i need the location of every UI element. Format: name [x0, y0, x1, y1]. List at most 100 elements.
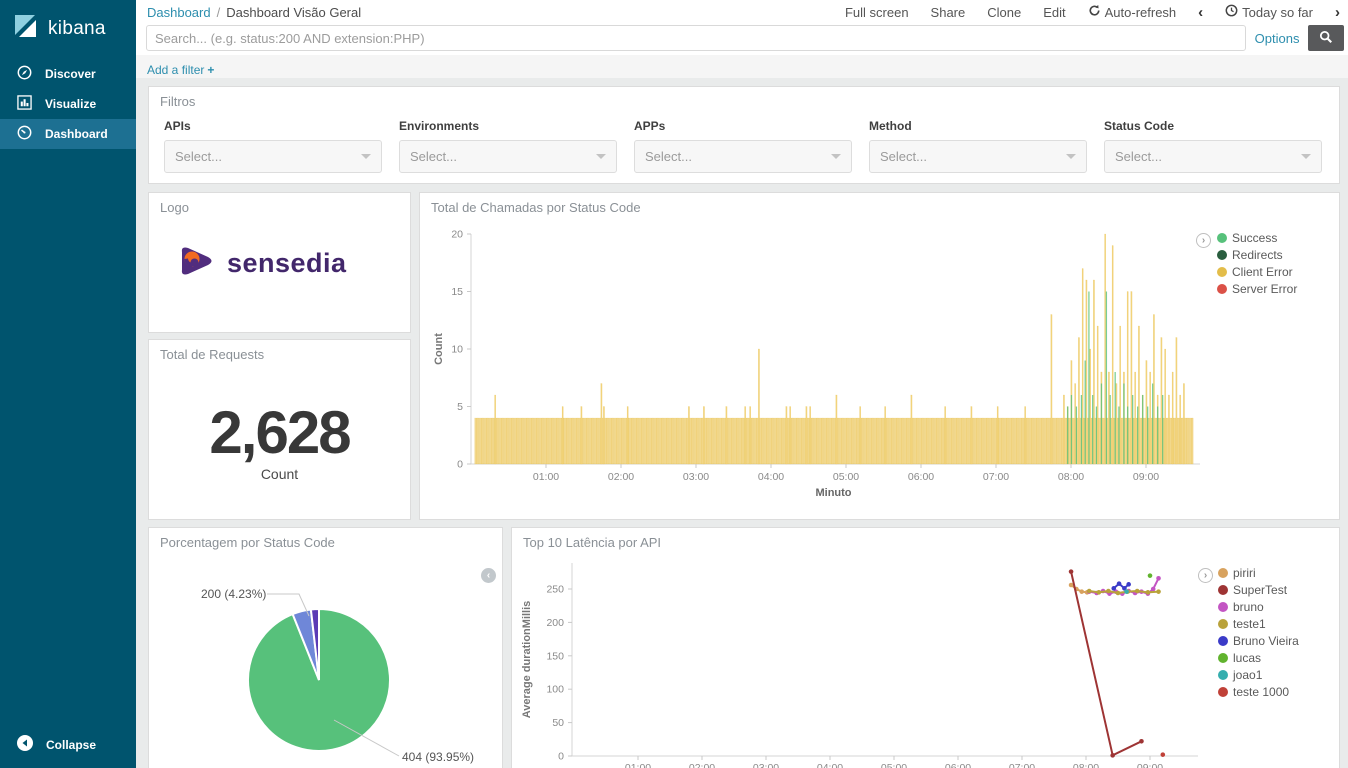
- method-select[interactable]: Select...: [869, 140, 1087, 173]
- options-link[interactable]: Options: [1246, 31, 1308, 46]
- apis-select[interactable]: Select...: [164, 140, 382, 173]
- legend-label: bruno: [1233, 600, 1264, 614]
- sidebar-collapse-button[interactable]: Collapse: [0, 727, 136, 762]
- sensedia-wordmark: sensedia: [227, 248, 347, 279]
- dashboard-grid: Filtros APIs Select... Environments Sele…: [136, 78, 1348, 768]
- svg-text:0: 0: [457, 459, 463, 471]
- panel-title: Filtros: [160, 94, 195, 109]
- legend-dot-icon: [1217, 267, 1227, 277]
- svg-text:04:00: 04:00: [817, 762, 843, 768]
- legend-item[interactable]: piriri: [1218, 566, 1299, 580]
- clock-icon: [1225, 4, 1238, 20]
- filter-field-environments: Environments Select...: [399, 119, 617, 173]
- svg-text:07:00: 07:00: [983, 471, 1009, 483]
- filter-field-apps: APPs Select...: [634, 119, 852, 173]
- legend-item[interactable]: Bruno Vieira: [1218, 634, 1299, 648]
- sensedia-mark-icon: [174, 239, 218, 288]
- chevron-down-icon: [596, 154, 606, 159]
- svg-text:03:00: 03:00: [753, 762, 779, 768]
- legend-label: Bruno Vieira: [1233, 634, 1299, 648]
- status-code-select[interactable]: Select...: [1104, 140, 1322, 173]
- bar-chart-icon: [17, 95, 32, 113]
- top-menu: Full screen Share Clone Edit Auto-refres…: [845, 4, 1340, 20]
- legend-item[interactable]: joao1: [1218, 668, 1299, 682]
- legend-item[interactable]: Client Error: [1217, 265, 1297, 279]
- time-forward-chevron[interactable]: ›: [1335, 5, 1340, 20]
- chevron-down-icon: [361, 154, 371, 159]
- svg-text:0: 0: [558, 751, 564, 763]
- filter-label: APPs: [634, 119, 852, 133]
- add-filter-button[interactable]: Add a filter+: [147, 63, 214, 77]
- sidebar-item-label: Dashboard: [45, 127, 108, 141]
- legend-label: teste 1000: [1233, 685, 1289, 699]
- environments-select[interactable]: Select...: [399, 140, 617, 173]
- plus-icon: +: [207, 63, 214, 77]
- svg-text:10: 10: [451, 344, 463, 356]
- search-input[interactable]: [146, 25, 1246, 51]
- filter-field-method: Method Select...: [869, 119, 1087, 173]
- time-back-chevron[interactable]: ‹: [1198, 5, 1203, 20]
- latency-line-chart: 05010015020025001:0002:0003:0004:0005:00…: [512, 528, 1339, 768]
- legend-dot-icon: [1218, 670, 1228, 680]
- bar-chart-legend: Success Redirects Client Error Server Error: [1217, 231, 1297, 296]
- svg-text:Count: Count: [433, 333, 445, 365]
- panel-filtros: Filtros APIs Select... Environments Sele…: [148, 86, 1340, 184]
- legend-label: Client Error: [1232, 265, 1293, 279]
- sidebar-item-visualize[interactable]: Visualize: [0, 89, 136, 119]
- share-button[interactable]: Share: [931, 5, 966, 20]
- svg-text:03:00: 03:00: [683, 471, 709, 483]
- svg-text:04:00: 04:00: [758, 471, 784, 483]
- legend-item[interactable]: bruno: [1218, 600, 1299, 614]
- time-range-picker[interactable]: Today so far: [1225, 4, 1313, 20]
- apps-select[interactable]: Select...: [634, 140, 852, 173]
- svg-text:Minuto: Minuto: [815, 487, 851, 499]
- svg-text:50: 50: [552, 717, 564, 729]
- header: Dashboard / Dashboard Visão Geral Full s…: [136, 0, 1348, 86]
- edit-button[interactable]: Edit: [1043, 5, 1065, 20]
- legend-item[interactable]: lucas: [1218, 651, 1299, 665]
- clone-button[interactable]: Clone: [987, 5, 1021, 20]
- panel-status-histogram: Total de Chamadas por Status Code 051015…: [419, 192, 1340, 520]
- legend-item[interactable]: Server Error: [1217, 282, 1297, 296]
- search-button[interactable]: [1308, 25, 1344, 51]
- filter-label: Method: [869, 119, 1087, 133]
- kibana-logo-icon: [12, 13, 38, 44]
- auto-refresh-button[interactable]: Auto-refresh: [1088, 4, 1177, 20]
- line-chart-legend: piriri SuperTest bruno teste1 Bruno Vieira lu…: [1218, 566, 1299, 699]
- svg-text:01:00: 01:00: [625, 762, 651, 768]
- legend-item[interactable]: Redirects: [1217, 248, 1297, 262]
- sidebar-item-discover[interactable]: Discover: [0, 59, 136, 89]
- legend-item[interactable]: SuperTest: [1218, 583, 1299, 597]
- legend-label: Redirects: [1232, 248, 1283, 262]
- line-series-supertest: [1069, 569, 1144, 757]
- legend-dot-icon: [1217, 233, 1227, 243]
- line-series-joao1: [1124, 589, 1129, 594]
- compass-icon: [17, 65, 32, 83]
- status-pie-chart: 200 (4.23%)404 (93.95%): [149, 528, 502, 768]
- kibana-dashboard-app: kibana Discover Visualize Dashboard Coll…: [0, 0, 1348, 768]
- search-icon: [1319, 30, 1333, 47]
- svg-text:Average durationMillis: Average durationMillis: [521, 601, 533, 719]
- legend-label: joao1: [1233, 668, 1262, 682]
- legend-toggle-icon[interactable]: ›: [1196, 233, 1211, 248]
- legend-dot-icon: [1217, 284, 1227, 294]
- sensedia-logo: sensedia: [174, 239, 347, 288]
- kibana-brand[interactable]: kibana: [0, 0, 136, 59]
- sidebar-item-label: Discover: [45, 67, 96, 81]
- full-screen-button[interactable]: Full screen: [845, 5, 909, 20]
- kibana-wordmark: kibana: [48, 18, 106, 40]
- legend-dot-icon: [1218, 687, 1228, 697]
- svg-text:20: 20: [451, 229, 463, 241]
- line-series-lucas: [1148, 573, 1153, 578]
- legend-label: teste1: [1233, 617, 1266, 631]
- breadcrumb-dashboard-link[interactable]: Dashboard: [147, 5, 211, 20]
- legend-toggle-icon[interactable]: ›: [1198, 568, 1213, 583]
- line-series-piriri: [1069, 583, 1090, 595]
- legend-item[interactable]: teste 1000: [1218, 685, 1299, 699]
- svg-text:05:00: 05:00: [881, 762, 907, 768]
- sidebar-item-dashboard[interactable]: Dashboard: [0, 119, 136, 149]
- panel-latency-lines: Top 10 Latência por API 0501001502002500…: [511, 527, 1340, 768]
- legend-item[interactable]: teste1: [1218, 617, 1299, 631]
- legend-item[interactable]: Success: [1217, 231, 1297, 245]
- breadcrumb-separator: /: [217, 5, 221, 20]
